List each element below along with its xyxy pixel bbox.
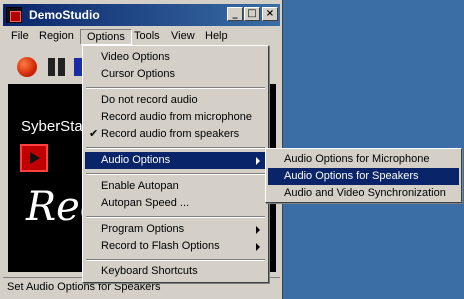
menu-item-audio-speakers[interactable]: ✔ Record audio from speakers [85,126,266,143]
menu-item-audio-speakers-label: Record audio from speakers [101,128,240,140]
audio-options-submenu: Audio Options for Microphone Audio Optio… [265,148,462,203]
menu-item-autopan-speed[interactable]: Autopan Speed ... [85,195,266,212]
preview-brand: SyberSta [21,118,83,135]
submenu-item-microphone[interactable]: Audio Options for Microphone [268,151,459,168]
submenu-arrow-icon [256,157,260,165]
menu-options[interactable]: Options [80,29,132,45]
menu-item-enable-autopan[interactable]: Enable Autopan [85,178,266,195]
title-bar[interactable]: DemoStudio _ □ × [3,4,280,26]
options-menu: Video Options Cursor Options Do not reco… [82,45,269,283]
menu-item-record-flash[interactable]: Record to Flash Options [85,238,266,255]
check-icon: ✔ [89,128,99,140]
record-icon[interactable] [17,57,37,77]
menu-item-audio-options-label: Audio Options [101,154,171,166]
menu-bar: File Region Options Tools View Help [3,27,280,45]
close-button[interactable]: × [262,7,278,21]
menu-help[interactable]: Help [199,29,234,43]
menu-item-keyboard-shortcuts[interactable]: Keyboard Shortcuts [85,263,266,280]
maximize-button[interactable]: □ [244,7,260,21]
menu-item-video-options[interactable]: Video Options [85,49,266,66]
menu-region[interactable]: Region [33,29,80,43]
app-icon[interactable] [6,7,22,23]
menu-separator [86,173,265,175]
submenu-item-speakers[interactable]: Audio Options for Speakers [268,168,459,185]
menu-separator [86,87,265,89]
menu-separator [86,216,265,218]
menu-item-audio-mic[interactable]: Record audio from microphone [85,109,266,126]
preview-logo-icon [20,144,48,172]
menu-view[interactable]: View [165,29,201,43]
submenu-arrow-icon [256,243,260,251]
menu-item-no-audio[interactable]: Do not record audio [85,92,266,109]
menu-item-program-options[interactable]: Program Options [85,221,266,238]
submenu-item-sync[interactable]: Audio and Video Synchronization [268,185,459,202]
menu-item-record-flash-label: Record to Flash Options [101,240,220,252]
menu-item-audio-options[interactable]: Audio Options [85,152,266,169]
menu-tools[interactable]: Tools [128,29,166,43]
menu-item-cursor-options[interactable]: Cursor Options [85,66,266,83]
window-title: DemoStudio [29,8,100,22]
pause-icon[interactable] [47,58,67,76]
menu-item-program-options-label: Program Options [101,223,185,235]
menu-separator [86,259,265,261]
submenu-arrow-icon [256,226,260,234]
menu-separator [86,147,265,149]
menu-file[interactable]: File [5,29,35,43]
minimize-button[interactable]: _ [227,7,243,21]
